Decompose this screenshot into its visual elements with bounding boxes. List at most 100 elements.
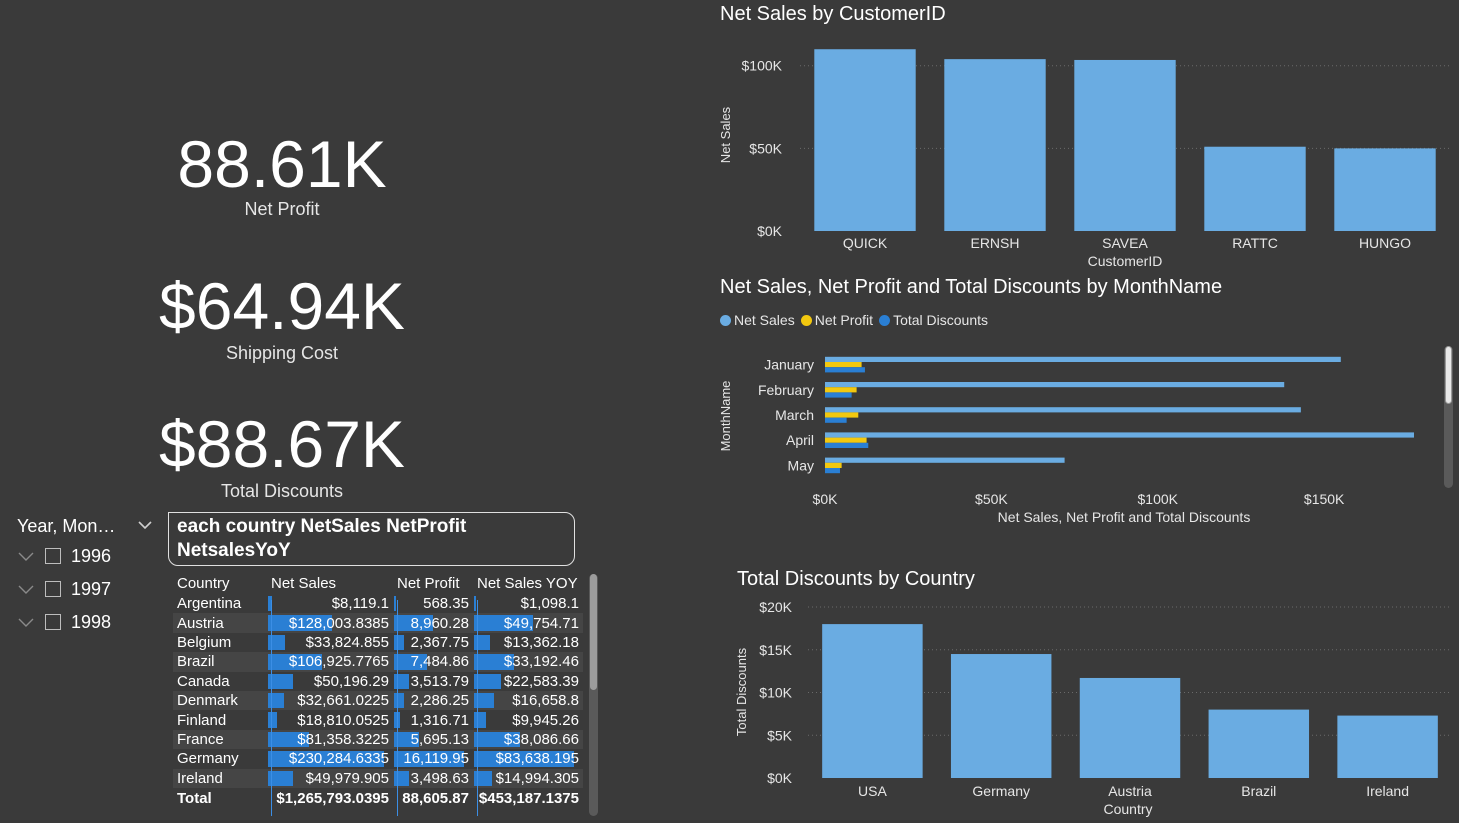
column-header-country[interactable]: Country — [173, 572, 267, 594]
checkbox[interactable] — [45, 614, 61, 630]
cell-country: Brazil — [173, 652, 267, 672]
checkbox[interactable] — [45, 548, 61, 564]
card-shipping-cost-value: $64.94K — [159, 269, 405, 343]
legend-dot — [879, 314, 891, 326]
table-row[interactable]: Brazil $106,925.7765 7,484.86 $33,192.46 — [173, 652, 583, 672]
bar-march-1[interactable] — [825, 412, 859, 418]
bar-hungo[interactable] — [1334, 148, 1436, 231]
cell-country: France — [173, 729, 267, 750]
bar-may-0[interactable] — [825, 457, 1065, 463]
cell-country: Denmark — [173, 690, 267, 711]
bar-january-0[interactable] — [825, 356, 1341, 362]
cell-value: 3,513.79 — [410, 672, 469, 690]
data-bar — [394, 634, 404, 651]
y-tick-label: $5K — [767, 727, 793, 743]
cell-value: 568.35 — [423, 595, 469, 613]
bar-january-1[interactable] — [825, 362, 862, 368]
cell-value: Ireland — [177, 769, 223, 787]
bar-april-1[interactable] — [825, 437, 867, 443]
table-row[interactable]: Denmark $32,661.0225 2,286.25 $16,658.8 — [173, 690, 583, 711]
month-chart-scrollbar[interactable] — [1444, 346, 1453, 488]
x-tick-label: $50K — [975, 491, 1008, 507]
column-divider — [271, 600, 272, 816]
bar-april-0[interactable] — [825, 432, 1414, 438]
table-row[interactable]: Belgium $33,824.855 2,367.75 $13,362.18 — [173, 633, 583, 652]
chart-title-net-sales-by-customer: Net Sales by CustomerID — [720, 3, 946, 25]
cell-net-sales-yoy: $14,994.305 — [473, 768, 583, 788]
bar-brazil[interactable] — [1208, 709, 1310, 778]
cell-net-sales: $50,196.29 — [267, 672, 393, 691]
legend-item-net-sales[interactable]: Net Sales — [720, 312, 795, 328]
data-bar — [394, 692, 404, 709]
table-scrollbar[interactable] — [589, 574, 598, 816]
cell-net-sales-yoy: $22,583.39 — [473, 672, 583, 691]
month-chart-scrollbar-thumb[interactable] — [1445, 346, 1452, 404]
bar-february-1[interactable] — [825, 387, 857, 393]
column-divider — [477, 600, 478, 816]
column-header-net-profit[interactable]: Net Profit — [393, 572, 473, 594]
slicer-item-label: 1998 — [71, 611, 112, 632]
bar-january-2[interactable] — [825, 367, 865, 373]
y-tick-label: May — [788, 457, 814, 473]
x-axis-title: Net Sales, Net Profit and Total Discount… — [998, 509, 1251, 525]
chevron-down-icon[interactable] — [17, 580, 35, 598]
bar-quick[interactable] — [814, 49, 916, 231]
y-tick-label: February — [758, 382, 814, 398]
chevron-down-icon[interactable] — [17, 613, 35, 631]
x-tick-label: QUICK — [843, 235, 888, 251]
data-bar — [394, 596, 396, 612]
slicer-item-1996[interactable]: 1996 — [17, 544, 111, 568]
bar-ireland[interactable] — [1337, 715, 1438, 778]
table-scrollbar-thumb[interactable] — [590, 574, 597, 690]
net-sales-by-customer-chart: $0K $50K $100K QUICK ERNSH SAVEA RATTC HUNGO Cus… — [718, 49, 1450, 269]
chevron-down-icon[interactable] — [17, 547, 35, 565]
bar-may-2[interactable] — [825, 468, 840, 474]
cell-net-sales-yoy: $33,192.46 — [473, 652, 583, 672]
cell-net-sales: $18,810.0525 — [267, 710, 393, 729]
cell-value: $128,003.8385 — [288, 614, 389, 632]
x-tick-label: HUNGO — [1359, 235, 1411, 251]
bar-april-2[interactable] — [825, 442, 869, 448]
slicer-item-1998[interactable]: 1998 — [17, 610, 111, 634]
table-row[interactable]: Ireland $49,979.905 3,498.63 $14,994.305 — [173, 768, 583, 788]
chevron-down-icon[interactable] — [136, 516, 154, 534]
table-row[interactable]: Austria $128,003.8385 8,960.28 $49,754.71 — [173, 613, 583, 633]
cell-net-sales: $106,925.7765 — [267, 652, 393, 672]
cell-net-sales: $230,284.6335 — [267, 749, 393, 768]
chart-title-by-monthname: Net Sales, Net Profit and Total Discount… — [720, 276, 1223, 298]
legend-item-total-discounts[interactable]: Total Discounts — [879, 312, 988, 328]
column-header-net-sales[interactable]: Net Sales — [267, 572, 393, 594]
cell-value: Denmark — [177, 692, 238, 710]
table-row[interactable]: Finland $18,810.0525 1,316.71 $9,945.26 — [173, 710, 583, 729]
cell-value: $8,119.1 — [331, 595, 389, 613]
bar-ernsh[interactable] — [944, 59, 1046, 232]
bar-savea[interactable] — [1074, 59, 1176, 231]
table-row[interactable]: France $81,358.3225 5,695.13 $38,086.66 — [173, 729, 583, 750]
table-row[interactable]: Canada $50,196.29 3,513.79 $22,583.39 — [173, 672, 583, 691]
bar-germany[interactable] — [950, 654, 1052, 778]
card-net-profit-value: 88.61K — [177, 127, 387, 201]
checkbox[interactable] — [45, 581, 61, 597]
cell-value: $1,098.1 — [520, 595, 579, 613]
column-header-net-sales-yoy[interactable]: Net Sales YOY — [473, 572, 583, 594]
bar-may-1[interactable] — [825, 462, 842, 468]
table-row[interactable]: Germany $230,284.6335 16,119.95 $83,638.195 — [173, 749, 583, 768]
table-row[interactable]: Argentina $8,119.1 568.35 $1,098.1 — [173, 594, 583, 613]
slicer-item-1997[interactable]: 1997 — [17, 577, 111, 601]
cell-value: 16,119.95 — [403, 750, 469, 768]
bar-march-2[interactable] — [825, 417, 847, 423]
bar-february-0[interactable] — [825, 382, 1285, 388]
cell-net-sales: $33,824.855 — [267, 633, 393, 652]
cell-value: Austria — [177, 614, 224, 632]
total-net-sales: $1,265,793.0395 — [276, 790, 389, 808]
cell-value: 8,960.28 — [410, 614, 469, 632]
bar-austria[interactable] — [1079, 677, 1181, 778]
bar-february-2[interactable] — [825, 392, 852, 398]
cell-net-profit: 8,960.28 — [393, 613, 473, 633]
bar-march-0[interactable] — [825, 407, 1301, 413]
cell-net-sales: $128,003.8385 — [267, 613, 393, 633]
bar-rattc[interactable] — [1204, 146, 1306, 231]
legend-item-net-profit[interactable]: Net Profit — [800, 312, 873, 328]
cell-value: $230,284.6335 — [288, 750, 389, 768]
bar-usa[interactable] — [822, 624, 923, 778]
